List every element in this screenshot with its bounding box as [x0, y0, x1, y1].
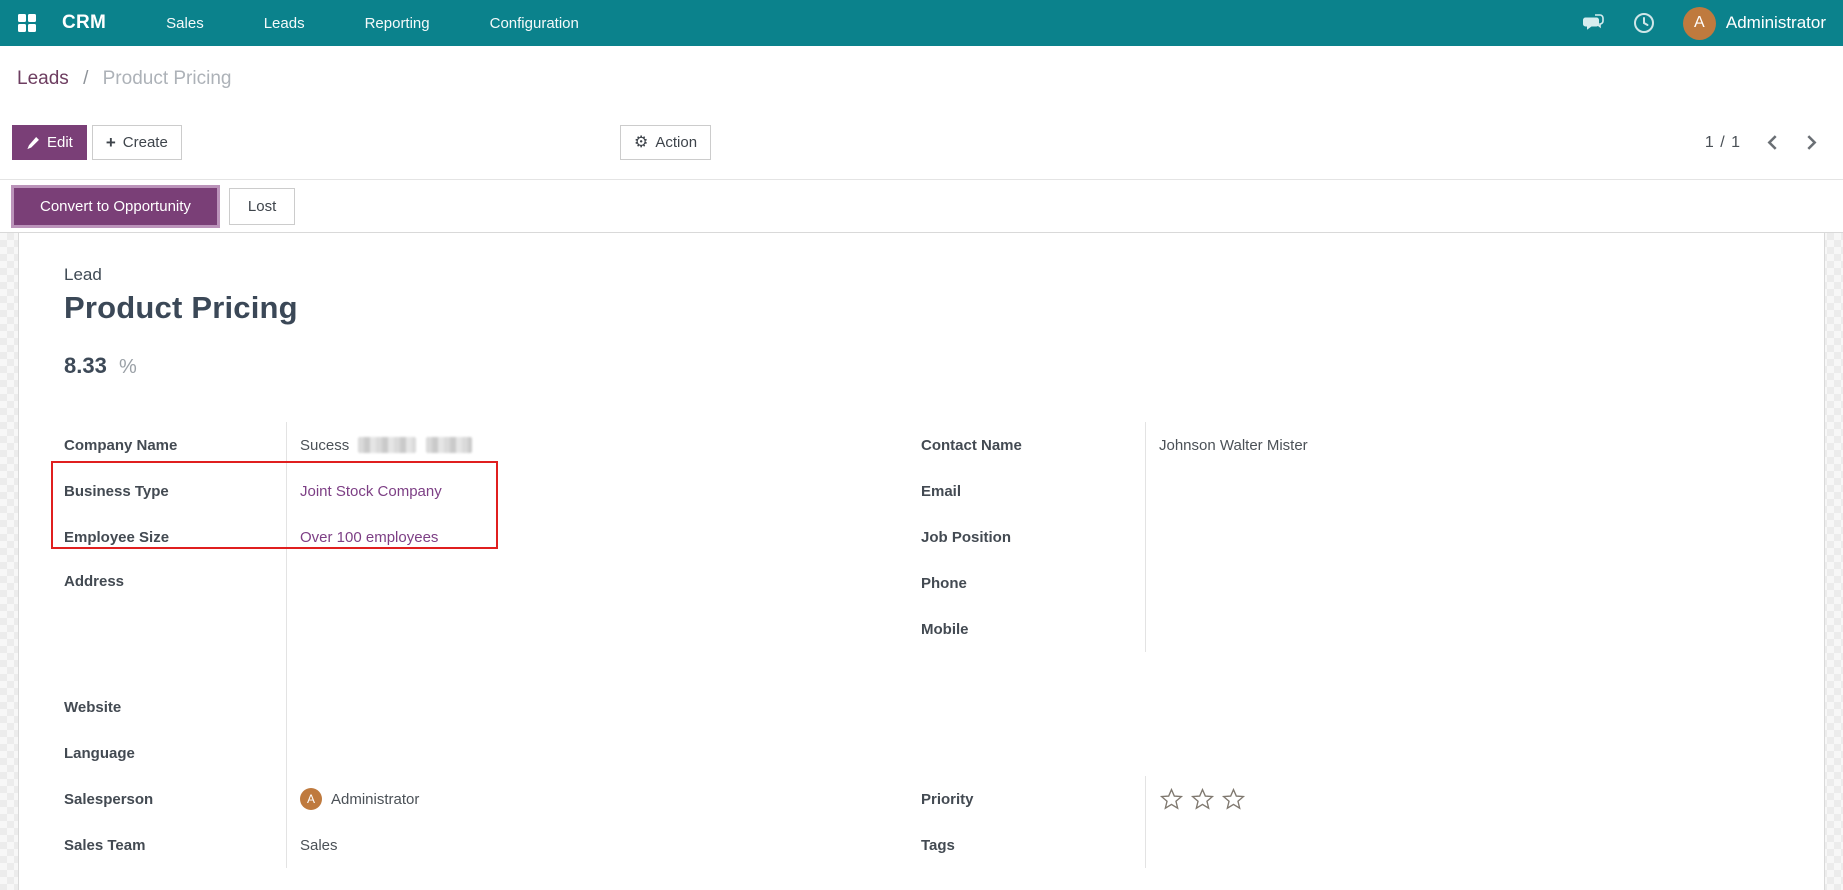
- lead-form-sheet: Lead Product Pricing 8.33 % Company Name…: [18, 233, 1825, 890]
- breadcrumb-leads-link[interactable]: Leads: [17, 68, 69, 89]
- field-row-contact-name: Contact Name Johnson Walter Mister: [921, 422, 1784, 468]
- company-name-label: Company Name: [64, 436, 178, 454]
- menu-reporting[interactable]: Reporting: [365, 15, 430, 32]
- field-row-mobile: Mobile: [921, 606, 1784, 652]
- field-row-salesperson: Salesperson A Administrator: [64, 776, 906, 822]
- right-column-separator-top: [1145, 422, 1146, 652]
- field-row-tags: Tags: [921, 822, 1784, 868]
- field-row-priority: Priority: [921, 776, 1784, 822]
- left-column-separator: [286, 422, 287, 868]
- phone-label: Phone: [921, 574, 967, 592]
- blurred-text: [358, 437, 417, 453]
- field-row-job-position: Job Position: [921, 514, 1784, 560]
- field-row-address: Address: [64, 560, 906, 684]
- job-position-label: Job Position: [921, 528, 1011, 546]
- user-avatar: A: [1682, 6, 1716, 40]
- star-icon[interactable]: [1190, 787, 1215, 812]
- business-type-value[interactable]: Joint Stock Company: [286, 483, 906, 500]
- messages-icon[interactable]: [1581, 11, 1605, 35]
- user-name: Administrator: [1725, 13, 1826, 32]
- pager-previous-icon[interactable]: [1765, 134, 1780, 151]
- user-menu[interactable]: A Administrator: [1682, 6, 1826, 40]
- breadcrumb-current: Product Pricing: [102, 68, 232, 89]
- employee-size-value[interactable]: Over 100 employees: [286, 529, 906, 546]
- probability-unit: %: [118, 356, 137, 378]
- address-label: Address: [64, 573, 125, 590]
- pager-next-icon[interactable]: [1804, 134, 1819, 151]
- lost-button[interactable]: Lost: [228, 187, 296, 225]
- record-buttons: Edit + Create: [12, 125, 182, 160]
- employee-size-label: Employee Size: [64, 528, 170, 546]
- action-button-label: Action: [655, 134, 698, 151]
- control-panel: Edit + Create ⚙ Action 1 / 1: [0, 94, 1843, 180]
- field-row-email: Email: [921, 468, 1784, 514]
- edit-button[interactable]: Edit: [12, 125, 87, 160]
- create-button-label: Create: [122, 134, 168, 151]
- pager: 1 / 1: [1705, 125, 1819, 160]
- priority-label: Priority: [921, 790, 974, 808]
- sales-team-label: Sales Team: [64, 836, 146, 854]
- field-row-phone: Phone: [921, 560, 1784, 606]
- plus-icon: +: [105, 133, 116, 152]
- menu-configuration[interactable]: Configuration: [490, 15, 579, 32]
- priority-stars: [1159, 787, 1246, 812]
- menu-sales[interactable]: Sales: [166, 15, 204, 32]
- field-row-company-name: Company Name Sucess: [64, 422, 906, 468]
- left-field-group: Company Name Sucess Business Type Joint …: [51, 422, 906, 868]
- field-row-employee-size: Employee Size Over 100 employees: [64, 514, 906, 560]
- activities-clock-icon[interactable]: [1632, 11, 1656, 35]
- record-type-label: Lead: [64, 265, 102, 284]
- salesperson-avatar: A: [300, 788, 322, 810]
- email-label: Email: [921, 482, 962, 500]
- top-navbar: CRM Sales Leads Reporting Configuration …: [0, 0, 1843, 46]
- salesperson-label: Salesperson: [64, 790, 154, 808]
- page-title: Product Pricing: [64, 290, 298, 325]
- field-columns: Company Name Sucess Business Type Joint …: [51, 422, 1784, 868]
- salesperson-value[interactable]: A Administrator: [286, 788, 906, 810]
- field-row-website: Website: [64, 684, 906, 730]
- app-name[interactable]: CRM: [62, 12, 106, 34]
- probability-value: 8.33: [64, 353, 107, 378]
- action-button[interactable]: ⚙ Action: [620, 125, 712, 160]
- contact-name-value: Johnson Walter Mister: [1159, 436, 1308, 454]
- star-icon[interactable]: [1159, 787, 1184, 812]
- company-name-value: Sucess: [286, 437, 906, 454]
- language-label: Language: [64, 744, 135, 762]
- gear-icon: ⚙: [634, 133, 649, 151]
- main-menu: Sales Leads Reporting Configuration: [166, 15, 579, 32]
- edit-button-label: Edit: [47, 134, 73, 151]
- field-row-sales-team: Sales Team Sales: [64, 822, 906, 868]
- pager-count: 1 / 1: [1704, 133, 1741, 151]
- probability: 8.33 %: [64, 353, 1784, 379]
- sheet-background: Lead Product Pricing 8.33 % Company Name…: [0, 232, 1843, 890]
- tags-label: Tags: [921, 836, 955, 854]
- star-icon[interactable]: [1221, 787, 1246, 812]
- navbar-right: A Administrator: [1581, 6, 1826, 40]
- business-type-label: Business Type: [64, 482, 169, 500]
- right-column-gap: [921, 652, 1784, 776]
- convert-to-opportunity-button[interactable]: Convert to Opportunity: [14, 187, 217, 225]
- field-row-business-type: Business Type Joint Stock Company: [64, 468, 906, 514]
- create-button[interactable]: + Create: [91, 125, 182, 160]
- sales-team-value[interactable]: Sales: [286, 837, 906, 854]
- breadcrumb-separator: /: [83, 68, 89, 89]
- apps-grid-icon[interactable]: [17, 13, 37, 33]
- website-label: Website: [64, 698, 122, 716]
- contact-name-label: Contact Name: [921, 436, 1022, 454]
- mobile-label: Mobile: [921, 620, 969, 638]
- pencil-icon: [27, 136, 39, 149]
- right-field-group: Contact Name Johnson Walter Mister Email…: [906, 422, 1784, 868]
- right-column-separator-bottom: [1145, 776, 1146, 868]
- menu-leads[interactable]: Leads: [264, 15, 305, 32]
- field-row-language: Language: [64, 730, 906, 776]
- status-bar: Convert to Opportunity Lost: [0, 180, 1843, 232]
- blurred-text: [426, 437, 473, 453]
- breadcrumb: Leads / Product Pricing: [0, 46, 1843, 94]
